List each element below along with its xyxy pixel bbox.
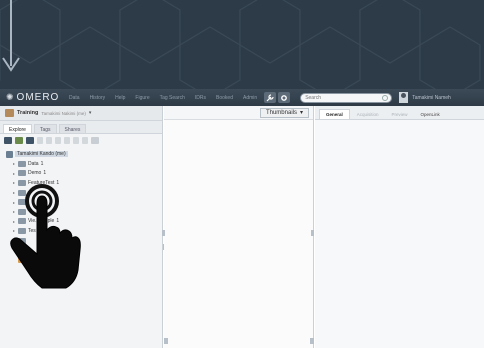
view-mode-label: Thumbnails xyxy=(265,109,297,116)
logo-text: OMERO xyxy=(16,92,60,103)
nav-item-idrs[interactable]: IDRs xyxy=(190,95,211,101)
new-dataset-icon[interactable] xyxy=(15,136,23,144)
new-folder-icon[interactable] xyxy=(4,136,12,144)
delete-icon[interactable] xyxy=(64,136,70,144)
tree-toolbar xyxy=(0,134,162,146)
nav-item-figure[interactable]: Figure xyxy=(130,95,154,101)
tab-shares[interactable]: Shares xyxy=(58,124,87,133)
group-user: Tamakimi Nakimi (me) xyxy=(41,110,86,116)
center-toolbar: Thumbnails ▾ xyxy=(164,106,313,120)
search-placeholder: Search xyxy=(305,94,322,101)
user-name: Tamakimi Nameh xyxy=(412,94,451,101)
main-nav: Data History Help Figure Tag Search IDRs… xyxy=(64,95,262,101)
tab-general[interactable]: General xyxy=(319,109,350,119)
user-icon xyxy=(6,150,13,158)
tree-item[interactable]: ▸ Demo 1 xyxy=(6,169,162,179)
new-project-icon[interactable] xyxy=(26,136,34,144)
omero-logo-icon: ✺ xyxy=(6,92,15,102)
tree-item-count: 1 xyxy=(43,170,47,177)
expand-icon: ▸ xyxy=(13,161,16,167)
expand-icon: ▸ xyxy=(13,170,16,176)
nav-item-history[interactable]: History xyxy=(85,95,111,101)
nav-item-admin[interactable]: Admin xyxy=(238,95,262,101)
hexagon-background xyxy=(0,0,484,90)
user-avatar-icon xyxy=(399,92,409,103)
resize-handle-center-left[interactable] xyxy=(162,230,165,236)
unlink-icon[interactable] xyxy=(82,136,88,144)
cut-icon[interactable] xyxy=(37,136,43,144)
nav-item-tag-search[interactable]: Tag Search xyxy=(155,95,190,101)
resize-handle-center-right[interactable] xyxy=(311,230,314,236)
tap-hand-icon xyxy=(10,184,81,289)
user-menu[interactable]: Tamakimi Nameh xyxy=(399,92,451,103)
tab-tags[interactable]: Tags xyxy=(33,124,57,133)
left-tabs: Explore Tags Shares xyxy=(0,121,162,134)
right-tabs: General Acquisition Preview OpenLink xyxy=(315,106,484,120)
settings-button[interactable] xyxy=(278,92,291,103)
tab-openlink[interactable]: OpenLink xyxy=(415,110,446,119)
copy-icon[interactable] xyxy=(46,136,52,144)
view-mode-select[interactable]: Thumbnails ▾ xyxy=(259,107,309,118)
tab-acquisition[interactable]: Acquisition xyxy=(351,110,385,119)
folder-icon xyxy=(18,170,26,177)
bottom-handle-right[interactable] xyxy=(310,338,314,344)
omero-logo[interactable]: ✺ OMERO xyxy=(6,92,58,103)
right-panel: General Acquisition Preview OpenLink xyxy=(315,106,484,348)
paste-icon[interactable] xyxy=(55,136,61,144)
nav-item-help[interactable]: Help xyxy=(110,95,130,101)
down-arrow-icon xyxy=(2,0,20,72)
folder-icon xyxy=(18,160,26,167)
tools-button[interactable] xyxy=(264,92,277,103)
chevron-down-icon: ▾ xyxy=(299,109,303,116)
group-selector[interactable]: Training Tamakimi Nakimi (me) ▾ xyxy=(0,106,162,121)
nav-item-booked[interactable]: Booked xyxy=(211,95,238,101)
tree-item-label: Data xyxy=(28,160,39,167)
search-icon xyxy=(382,94,389,101)
tree-item-label: Demo xyxy=(28,170,42,177)
group-icon xyxy=(5,109,14,117)
top-navbar: ✺ OMERO Data History Help Figure Tag Sea… xyxy=(0,89,484,106)
chevron-down-icon: ▾ xyxy=(88,110,92,116)
tree-item[interactable]: ▸ Data 1 xyxy=(6,159,162,169)
tree-root[interactable]: Tamakimi Kando (me) xyxy=(6,149,162,159)
center-panel: Thumbnails ▾ xyxy=(162,106,314,348)
refresh-icon[interactable] xyxy=(91,136,99,144)
tab-explore[interactable]: Explore xyxy=(3,124,32,133)
group-name: Training xyxy=(17,110,39,116)
tree-item-count: 1 xyxy=(40,160,44,167)
gear-icon xyxy=(281,94,288,101)
search-input[interactable]: Search xyxy=(300,92,393,103)
tree-root-label: Tamakimi Kando (me) xyxy=(15,151,68,157)
bottom-handle-left[interactable] xyxy=(164,338,168,344)
tab-preview[interactable]: Preview xyxy=(386,110,414,119)
nav-item-data[interactable]: Data xyxy=(64,95,85,101)
hexagon-pattern xyxy=(0,0,481,90)
wrench-icon xyxy=(266,93,274,101)
link-icon[interactable] xyxy=(73,136,79,144)
